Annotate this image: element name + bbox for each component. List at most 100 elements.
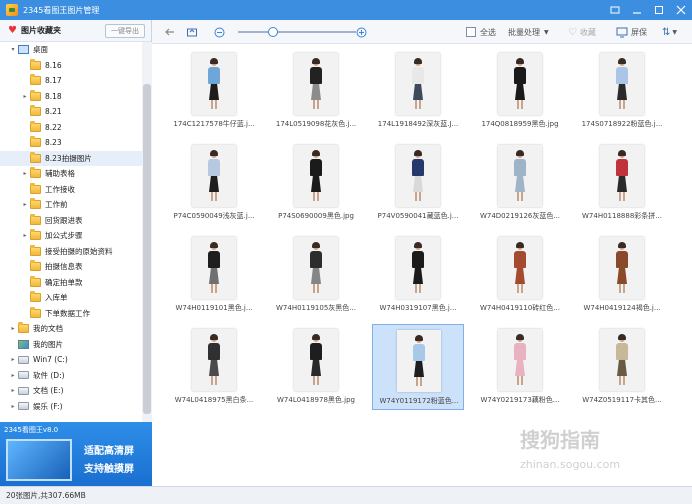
model-figure (412, 242, 424, 293)
ad-line-1: 适配高清屏 (84, 446, 134, 457)
image-thumbnail[interactable]: P74C0590049浅灰蓝.j... (168, 140, 260, 226)
export-button[interactable]: 一键导出 (105, 24, 145, 38)
sort-button[interactable]: ⇅ ▼ (662, 20, 677, 44)
tree-item-label: Win7 (C:) (33, 355, 68, 365)
ad-line-2: 支持触摸屏 (84, 464, 134, 475)
image-thumbnail[interactable]: 174C1217578牛仔蓝.j... (168, 48, 260, 134)
skin-icon[interactable] (604, 0, 626, 20)
open-folder-icon[interactable] (186, 20, 198, 44)
model-figure (412, 150, 424, 201)
tree-item[interactable]: 工作接收 (0, 182, 142, 198)
drive-icon (18, 402, 29, 411)
image-thumbnail[interactable]: W74Y0219173藕粉色... (474, 324, 566, 410)
ad-banner[interactable]: 2345看图王v8.0 适配高清屏 支持触摸屏 (0, 422, 152, 486)
sort-icon: ⇅ (662, 26, 671, 38)
image-thumbnail[interactable]: W74H0319107黑色.j... (372, 232, 464, 318)
tree-item[interactable]: 拍摄信息表 (0, 259, 142, 275)
expand-arrow-icon[interactable]: ▾ (8, 46, 18, 53)
tree-item[interactable]: 8.23拍摄图片 (0, 150, 142, 166)
tree-item[interactable]: ▸ 工作前 (0, 197, 142, 213)
tree-item[interactable]: ▸ 软件 (D:) (0, 368, 142, 384)
tree-item[interactable]: 入库单 (0, 290, 142, 306)
expand-arrow-icon[interactable]: ▸ (20, 170, 30, 177)
expand-arrow-icon[interactable]: ▸ (8, 325, 18, 332)
image-thumbnail[interactable]: W74H0118888彩条拼... (576, 140, 668, 226)
tree-item[interactable]: ▸ 辅助表格 (0, 166, 142, 182)
folder-icon (30, 74, 41, 86)
ad-screen-image (6, 439, 72, 481)
tree-item[interactable]: ▸ 加公式步骤 (0, 228, 142, 244)
scrollbar-thumb[interactable] (143, 84, 151, 414)
folder-icon (30, 105, 41, 117)
image-thumbnail[interactable]: W74H0419124褐色.j... (576, 232, 668, 318)
expand-arrow-icon[interactable]: ▸ (8, 403, 18, 410)
image-thumbnail[interactable]: W74D0219126灰蓝色... (474, 140, 566, 226)
zoom-slider-track[interactable] (238, 31, 356, 33)
expand-arrow-icon[interactable]: ▸ (20, 93, 30, 100)
image-thumbnail[interactable]: 174Q0818959黑色.jpg (474, 48, 566, 134)
tree-item[interactable]: 确定拍单款 (0, 275, 142, 291)
image-thumbnail[interactable]: W74H0419110砖红色... (474, 232, 566, 318)
tree-item-label: 入库单 (45, 293, 68, 303)
thumbnail-photo (600, 329, 644, 391)
tree-item[interactable]: 我的图片 (0, 337, 142, 353)
batch-process-button[interactable]: 批量处理 ▼ (508, 20, 549, 44)
thumbnail-filename: W74L0418975黑白条... (174, 396, 254, 404)
tree-item[interactable]: 回货跟进表 (0, 213, 142, 229)
image-thumbnail[interactable]: W74H0119101黑色.j... (168, 232, 260, 318)
image-thumbnail[interactable]: P74S0690009黑色.jpg (270, 140, 362, 226)
favorite-button[interactable]: ♡ 收藏 (568, 20, 596, 44)
image-thumbnail[interactable]: 174L0519098花灰色.j... (270, 48, 362, 134)
checkbox-box[interactable] (466, 27, 476, 37)
tree-scrollbar[interactable] (142, 42, 152, 422)
image-thumbnail[interactable]: W74Y0119172粉蓝色... (372, 324, 464, 410)
image-thumbnail[interactable]: W74L0418978黑色.jpg (270, 324, 362, 410)
thumbnail-photo (397, 330, 441, 392)
tree-item[interactable]: ▸ 8.18 (0, 89, 142, 105)
thumbnail-photo (600, 145, 644, 207)
tree-item[interactable]: 下单数据工作 (0, 306, 142, 322)
tree-item-label: 下单数据工作 (45, 308, 90, 318)
zoom-in-icon[interactable] (356, 20, 367, 44)
tree-item[interactable]: 8.21 (0, 104, 142, 120)
select-all-checkbox[interactable]: 全选 (466, 20, 496, 44)
thumbnail-photo (294, 53, 338, 115)
tree-item[interactable]: 8.23 (0, 135, 142, 151)
tree-item-label: 我的文档 (33, 324, 63, 334)
image-thumbnail[interactable]: 174S0718922粉蓝色.j... (576, 48, 668, 134)
tree-item[interactable]: ▸ 文档 (E:) (0, 383, 142, 399)
thumbnail-filename: P74C0590049浅灰蓝.j... (173, 212, 255, 220)
expand-arrow-icon[interactable]: ▸ (20, 232, 30, 239)
model-figure (616, 242, 628, 293)
tree-item[interactable]: ▾ 桌面 (0, 42, 142, 58)
back-icon[interactable] (164, 20, 176, 44)
monitor-icon (616, 27, 628, 37)
tree-item[interactable]: ▸ Win7 (C:) (0, 352, 142, 368)
image-thumbnail[interactable]: W74H0119105灰黑色... (270, 232, 362, 318)
image-thumbnail[interactable]: 174L1918492深灰蓝.J... (372, 48, 464, 134)
tree-item[interactable]: 8.22 (0, 120, 142, 136)
folder-icon (30, 291, 41, 303)
tree-item[interactable]: 接受拍摄的原始资料 (0, 244, 142, 260)
zoom-slider-knob[interactable] (268, 27, 279, 37)
zoom-out-icon[interactable] (214, 20, 225, 44)
maximize-button[interactable] (648, 0, 670, 20)
minimize-button[interactable] (626, 0, 648, 20)
expand-arrow-icon[interactable]: ▸ (8, 356, 18, 363)
thumbnail-filename: W74H0119101黑色.j... (175, 304, 253, 312)
image-thumbnail[interactable]: W74Z0519117卡其色... (576, 324, 668, 410)
expand-arrow-icon[interactable]: ▸ (20, 201, 30, 208)
model-figure (208, 150, 220, 201)
watermark: 搜狗指南 (520, 428, 600, 452)
tree-item[interactable]: ▸ 我的文档 (0, 321, 142, 337)
tree-item[interactable]: 8.16 (0, 58, 142, 74)
tree-item[interactable]: 8.17 (0, 73, 142, 89)
screensaver-button[interactable]: 屏保 (616, 20, 647, 44)
tree-item-label: 加公式步骤 (45, 231, 83, 241)
expand-arrow-icon[interactable]: ▸ (8, 387, 18, 394)
tree-item[interactable]: ▸ 娱乐 (F:) (0, 399, 142, 415)
image-thumbnail[interactable]: W74L0418975黑白条... (168, 324, 260, 410)
close-button[interactable] (670, 0, 692, 20)
image-thumbnail[interactable]: P74V0590041藏蓝色.j... (372, 140, 464, 226)
expand-arrow-icon[interactable]: ▸ (8, 372, 18, 379)
